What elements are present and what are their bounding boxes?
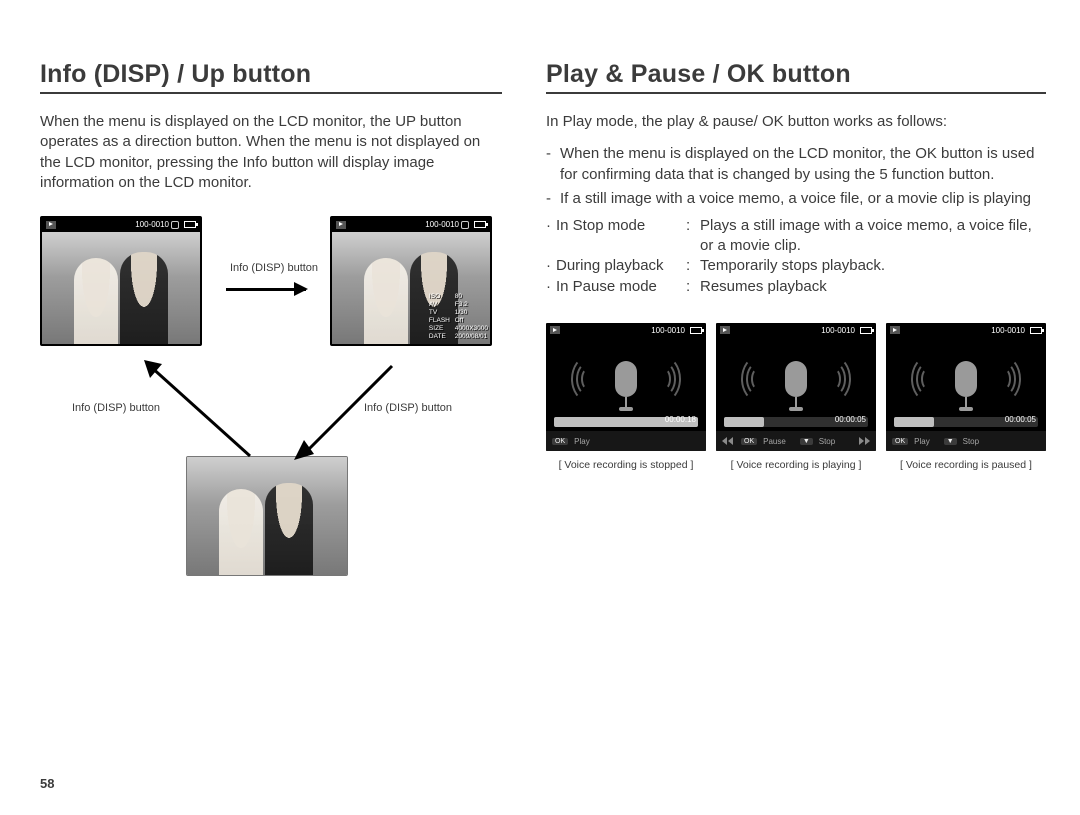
rew-icon [722,437,733,445]
paragraph-left: When the menu is displayed on the LCD mo… [40,112,502,194]
bullet-text: When the menu is displayed on the LCD mo… [560,144,1046,185]
arrow-label: Info (DISP) button [230,262,318,274]
voice-lcd-row: 100-0010 [546,323,1046,451]
mode-row: · During playback : Temporarily stops pl… [546,256,1046,276]
ok-key-icon: OK [892,438,908,445]
control-label: Play [574,437,590,446]
folder-number: 100-0010 [135,220,169,229]
arrow-label: Info (DISP) button [72,402,160,414]
timecode: 00:00:18 [665,415,696,424]
mode-label: In Pause mode [556,277,686,297]
arrow-label: Info (DISP) button [364,402,452,414]
voice-lcd-paused: 100-0010 [886,323,1046,451]
page-number: 58 [40,776,54,791]
microphone-icon [785,361,807,397]
heading-right: Play & Pause / OK button [546,60,1046,94]
voice-lcd-stopped: 100-0010 [546,323,706,451]
battery-icon [474,221,486,228]
playback-icon [720,326,730,334]
ff-icon [859,437,870,445]
playback-icon [550,326,560,334]
arrow-right-icon [226,288,306,291]
control-label: Play [914,437,930,446]
bullet-item: - If a still image with a voice memo, a … [546,189,1046,209]
battery-icon [690,327,702,334]
voice-memo-icon [171,221,179,229]
voice-caption: [ Voice recording is playing ] [716,459,876,471]
ok-key-icon: OK [552,438,568,445]
playback-icon [46,221,56,229]
battery-icon [860,327,872,334]
folder-number: 100-0010 [651,326,685,335]
mode-desc: Temporarily stops playback. [700,256,1046,276]
microphone-icon [955,361,977,397]
ok-key-icon: OK [741,438,757,445]
progress-fill [894,417,934,427]
microphone-icon [615,361,637,397]
heading-left: Info (DISP) / Up button [40,60,502,94]
playback-icon [890,326,900,334]
mode-table: · In Stop mode : Plays a still image wit… [546,216,1046,298]
mode-desc: Resumes playback [700,277,1046,297]
image-info-overlay: ISO 80 AV F3.2 TV 1/30 FLASH Off SIZE 40… [429,293,488,342]
folder-number: 100-0010 [821,326,855,335]
mode-row: · In Pause mode : Resumes playback [546,277,1046,297]
mode-label: During playback [556,256,686,276]
bullet-item: - When the menu is displayed on the LCD … [546,144,1046,185]
right-column: Play & Pause / OK button In Play mode, t… [546,60,1046,795]
lcd-screenshot-none [186,456,348,576]
lcd-screenshot-basic: 100-0010 [40,216,202,346]
battery-icon [1030,327,1042,334]
voice-caption: [ Voice recording is stopped ] [546,459,706,471]
mode-row: · In Stop mode : Plays a still image wit… [546,216,1046,257]
left-column: Info (DISP) / Up button When the menu is… [40,60,502,795]
folder-number: 100-0010 [991,326,1025,335]
down-key-icon: ▼ [800,438,813,445]
control-label: Pause [763,437,786,446]
timecode: 00:00:05 [835,415,866,424]
control-label: Stop [963,437,979,446]
info-disp-diagram: 100-0010 100-0010 [40,216,502,616]
voice-lcd-playing: 100-0010 [716,323,876,451]
timecode: 00:00:05 [1005,415,1036,424]
folder-number: 100-0010 [425,220,459,229]
bullet-text: If a still image with a voice memo, a vo… [560,189,1031,209]
mode-label: In Stop mode [556,216,686,257]
intro-right: In Play mode, the play & pause/ OK butto… [546,112,1046,132]
battery-icon [184,221,196,228]
voice-caption: [ Voice recording is paused ] [886,459,1046,471]
caption-row: [ Voice recording is stopped ] [ Voice r… [546,459,1046,471]
lcd-screenshot-detailed: 100-0010 ISO 80 AV F3.2 TV 1/30 FLASH Of… [330,216,492,346]
playback-icon [336,221,346,229]
voice-memo-icon [461,221,469,229]
down-key-icon: ▼ [944,438,957,445]
progress-fill [724,417,764,427]
mode-desc: Plays a still image with a voice memo, a… [700,216,1046,257]
control-label: Stop [819,437,835,446]
